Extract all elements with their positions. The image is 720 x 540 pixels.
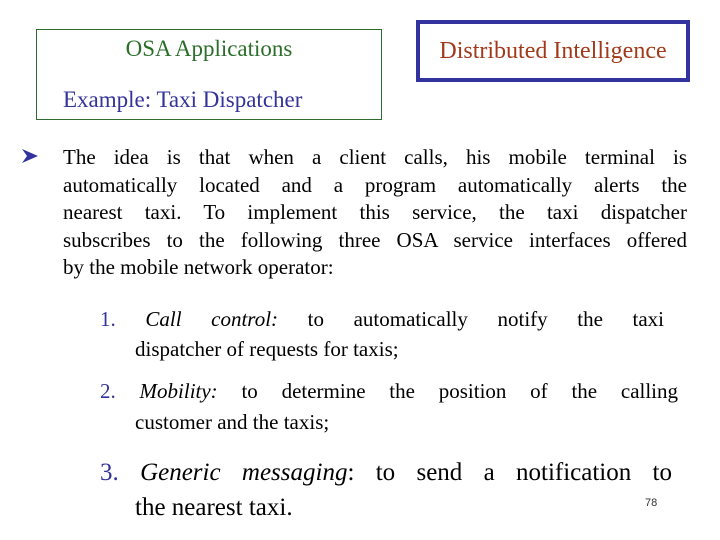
item-number: 1.	[100, 307, 116, 331]
item-number: 3.	[100, 459, 119, 486]
list-item: 2. Mobility: to determine the position o…	[100, 376, 678, 438]
list-item: 3. Generic messaging: to send a notifica…	[100, 455, 672, 525]
slide-subtitle: Example: Taxi Dispatcher	[63, 87, 303, 112]
page-number: 78	[645, 497, 658, 509]
list-item: 1. Call control: to automatically notify…	[100, 304, 664, 364]
item-number: 2.	[100, 379, 116, 403]
item-term: Mobility:	[139, 379, 218, 403]
item-text: to determine the position of the calling	[241, 379, 679, 403]
item-term: Call control:	[145, 307, 279, 331]
item-term: Generic messaging	[140, 459, 348, 486]
paragraph-line: The idea is that when a client calls, hi…	[63, 145, 687, 169]
paragraph-line: subscribes to the following three OSA se…	[63, 227, 687, 252]
item-text: customer and the taxis;	[135, 410, 330, 434]
arrowhead-bullet-icon	[22, 149, 38, 163]
section-title: Distributed Intelligence	[439, 38, 667, 64]
item-text: to automatically notify the taxi	[307, 307, 665, 331]
title-box: OSA Applications Example: Taxi Dispatche…	[36, 29, 382, 120]
item-text: the nearest taxi.	[135, 494, 293, 521]
paragraph-line: by the mobile network operator:	[63, 255, 334, 279]
item-text: : to send a notification to	[347, 459, 672, 486]
slide-title: OSA Applications	[125, 36, 293, 61]
item-text: dispatcher of requests for taxis;	[135, 337, 399, 361]
paragraph-line: nearest taxi. To implement this service,…	[63, 200, 687, 224]
main-paragraph: The idea is that when a client calls, hi…	[63, 144, 687, 282]
section-box: Distributed Intelligence	[416, 20, 690, 82]
paragraph-line: automatically located and a program auto…	[63, 172, 687, 197]
